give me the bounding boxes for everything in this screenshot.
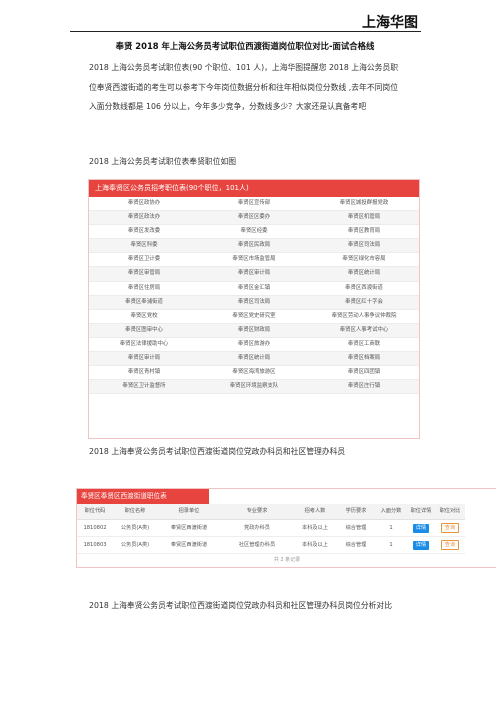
xidu-table-cell: 1 bbox=[375, 537, 407, 554]
position-table-cell: 奉贤区海湾旅游区 bbox=[199, 366, 309, 381]
position-table-cell: 奉贤区经委 bbox=[199, 225, 309, 240]
position-table-cell: 奉贤区奉浦街道 bbox=[89, 295, 199, 310]
xidu-table-cell: 详情 bbox=[407, 537, 435, 554]
page-title: 奉贤 2018 年上海公务员考试职位西渡街道岗位职位对比-面试合格线 bbox=[115, 41, 375, 51]
position-table-cell: 奉贤区红十字会 bbox=[309, 295, 419, 310]
position-table-cell: 奉贤区机管局 bbox=[309, 211, 419, 226]
caption-xidu-analysis: 2018 上海奉贤公务员考试职位西渡街道岗位党政办科员和社区管理办科员岗位分析对… bbox=[89, 601, 393, 610]
xidu-table-cell: 公务员(A类) bbox=[113, 537, 157, 554]
position-table-cell: 奉贤区青村镇 bbox=[89, 366, 199, 381]
position-table-cell: 奉贤区教育局 bbox=[309, 225, 419, 240]
xidu-table-cell: 本科及以上 bbox=[293, 537, 337, 554]
position-table-cell: 奉贤区绿化市容局 bbox=[309, 253, 419, 268]
xidu-table-cell: 1810803 bbox=[77, 537, 113, 554]
detail-button[interactable]: 详情 bbox=[412, 541, 430, 550]
xidu-table-column-header: 专业要求 bbox=[221, 504, 293, 520]
position-table-cell: 奉贤区审计局 bbox=[199, 267, 309, 282]
position-table-cell: 奉贤区统计局 bbox=[309, 267, 419, 282]
xidu-table-column-header: 入面分数 bbox=[375, 504, 407, 520]
position-table-cell: 奉贤区政法办 bbox=[89, 211, 199, 226]
compare-button[interactable]: 查询 bbox=[440, 540, 460, 550]
xidu-table-cell: 查询 bbox=[435, 537, 465, 554]
xidu-table-grid: 职位代码 职位名称 招录单位 专业要求 招考人数 学历要求 入面分数 职位详情 职位对比 1810… bbox=[77, 504, 496, 554]
position-table-cell: 奉贤区人事考试中心 bbox=[309, 323, 419, 338]
xidu-table-cell: 查询 bbox=[435, 520, 465, 537]
caption-position-table: 2018 上海公务员考试职位表奉贤职位如图 bbox=[89, 157, 237, 166]
position-table-cell: 奉贤区法律援助中心 bbox=[89, 338, 199, 353]
xidu-table-column-header: 职位代码 bbox=[77, 504, 113, 520]
xidu-table-cell: 公务员(A类) bbox=[113, 520, 157, 537]
xidu-table-column-header: 学历要求 bbox=[337, 504, 375, 520]
position-table-cell: 奉贤区环境监察支队 bbox=[199, 380, 309, 395]
xidu-table-cell: 详情 bbox=[407, 520, 435, 537]
position-table-cell: 奉贤区财政局 bbox=[199, 323, 309, 338]
position-table-cell: 奉贤区工商联 bbox=[309, 338, 419, 353]
detail-button[interactable]: 详情 bbox=[412, 524, 430, 533]
brand-logo: 上海华图 bbox=[362, 15, 418, 31]
position-table-cell: 奉贤区西渡街道 bbox=[309, 282, 419, 296]
xidu-table-cell: 社区管理办科员 bbox=[221, 537, 293, 554]
caption-xidu-positions: 2018 上海奉贤公务员考试职位西渡街道岗位党政办科员和社区管理办科员 bbox=[89, 447, 346, 456]
xidu-table-footer: 共 2 条记录 bbox=[273, 557, 301, 563]
position-table-grid: 奉贤区政协办 奉贤区宣传部 奉贤区城投群报党政 奉贤区政法办 奉贤区区委办 奉贤区机管局奉… bbox=[89, 197, 419, 395]
position-table-cell: 奉贤区卫计监督所 bbox=[89, 380, 199, 395]
xidu-table-cell: 1810802 bbox=[77, 520, 113, 537]
xidu-table-cell: 党政办科员 bbox=[221, 520, 293, 537]
compare-button[interactable]: 查询 bbox=[440, 523, 460, 533]
position-table-cell: 奉贤区旅游办 bbox=[199, 338, 309, 353]
position-table-cell: 奉贤区司法局 bbox=[309, 239, 419, 254]
position-table-cell: 奉贤区区委办 bbox=[199, 211, 309, 226]
xidu-table-column-header: 招录单位 bbox=[157, 504, 221, 520]
position-table-cell: 奉贤区宣传部 bbox=[199, 197, 309, 212]
intro-line: 2018 上海公务员考试职位表(90 个职位、101 人)，上海华图提醒您 20… bbox=[89, 63, 399, 72]
position-table-cell: 奉贤区劳动人事争议仲裁院 bbox=[309, 310, 419, 324]
xidu-table-image: 奉贤区奉贤区西渡街道职位表 职位代码 职位名称 招录单位 专业要求 招考人数 学历要求 入面… bbox=[76, 488, 496, 568]
intro-line: 位奉贤西渡街道的考生可以参考下今年岗位数据分析和往年相似岗位分数线 ,去年不同岗… bbox=[89, 82, 399, 92]
position-table-cell: 奉贤区司法局 bbox=[199, 295, 309, 310]
position-table-cell: 奉贤区图审中心 bbox=[89, 323, 199, 338]
intro-paragraph: 2018 上海公务员考试职位表(90 个职位、101 人)，上海华图提醒您 20… bbox=[89, 58, 420, 117]
xidu-table-cell: 综合管理 bbox=[337, 520, 375, 537]
position-table-cell: 奉贤区四团镇 bbox=[309, 366, 419, 381]
position-table-cell: 奉贤区档案局 bbox=[309, 352, 419, 367]
xidu-table-cell: 1 bbox=[375, 520, 407, 537]
position-table-cell: 奉贤区统计局 bbox=[199, 352, 309, 367]
xidu-table-cell: 本科及以上 bbox=[293, 520, 337, 537]
xidu-table-header: 奉贤区奉贤区西渡街道职位表 bbox=[77, 489, 209, 504]
position-table-image: 上海奉贤区公务员招考职位表(90个职位，101人) 奉贤区政协办 奉贤区宣传部 奉贤… bbox=[88, 179, 420, 439]
position-table-cell: 奉贤区民政局 bbox=[199, 239, 309, 254]
position-table-cell: 奉贤区审管局 bbox=[89, 267, 199, 282]
position-table-cell: 奉贤区住房局 bbox=[89, 282, 199, 296]
position-table-cell: 奉贤区审计局 bbox=[89, 352, 199, 367]
header-rule bbox=[70, 31, 421, 32]
position-table-cell: 奉贤区金汇镇 bbox=[199, 282, 309, 296]
position-table-cell: 奉贤区卫计委 bbox=[89, 253, 199, 268]
intro-line: 入面分数线都是 106 分以上，今年多少竞争，分数线多少？大家还是认真备考吧 bbox=[89, 102, 367, 112]
xidu-table-column-header: 职位名称 bbox=[113, 504, 157, 520]
position-table-cell: 奉贤区政协办 bbox=[89, 197, 199, 212]
xidu-table-cell: 奉贤区西渡街道 bbox=[157, 520, 221, 537]
xidu-table-cell: 奉贤区西渡街道 bbox=[157, 537, 221, 554]
position-table-cell: 奉贤区党史研究室 bbox=[199, 310, 309, 324]
position-table-cell: 奉贤区科委 bbox=[89, 239, 199, 254]
xidu-table-column-header: 职位详情 bbox=[407, 504, 435, 520]
xidu-table-column-header: 职位对比 bbox=[435, 504, 465, 520]
xidu-table-column-header: 招考人数 bbox=[293, 504, 337, 520]
position-table-cell: 奉贤区党校 bbox=[89, 310, 199, 324]
position-table-cell: 奉贤区市场监管局 bbox=[199, 253, 309, 268]
position-table-cell: 奉贤区发改委 bbox=[89, 225, 199, 240]
position-table-cell: 奉贤区城投群报党政 bbox=[309, 197, 419, 212]
xidu-table-cell: 综合管理 bbox=[337, 537, 375, 554]
position-table-cell: 奉贤区庄行镇 bbox=[309, 380, 419, 395]
position-table-header: 上海奉贤区公务员招考职位表(90个职位，101人) bbox=[89, 180, 419, 197]
